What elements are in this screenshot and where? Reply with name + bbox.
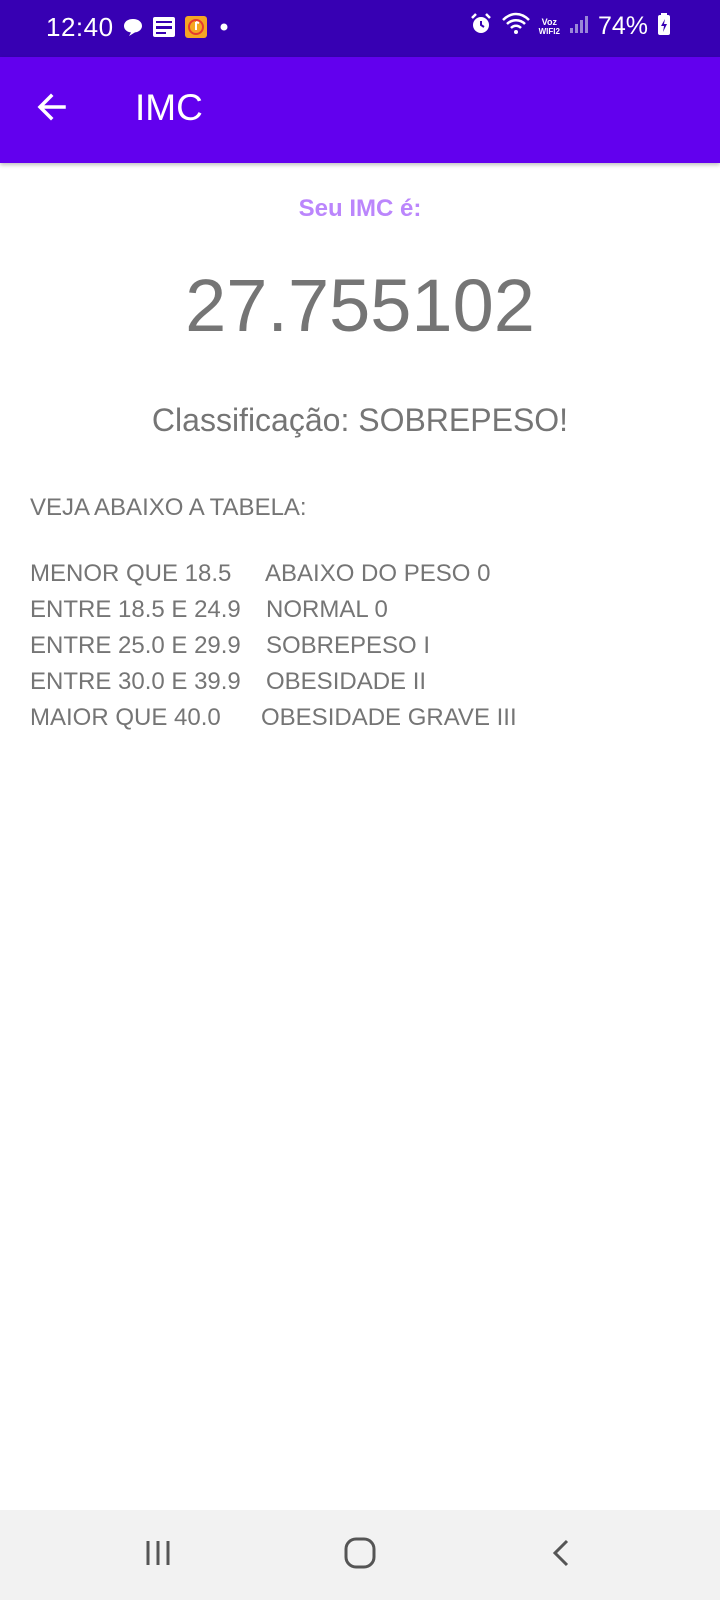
table-row: MENOR QUE 18.5 ABAIXO DO PESO 0 <box>30 560 490 592</box>
table-category: ABAIXO DO PESO 0 <box>265 560 491 587</box>
battery-percentage: 74% <box>597 12 648 40</box>
home-button[interactable] <box>330 1530 390 1580</box>
chat-bubble-icon <box>122 16 144 43</box>
recent-apps-icon <box>143 1538 173 1573</box>
table-heading: VEJA ABAIXO A TABELA: <box>30 494 307 521</box>
table-category: OBESIDADE GRAVE III <box>261 704 517 731</box>
battery-icon <box>656 12 672 41</box>
signal-icon <box>568 13 590 40</box>
alarm-icon <box>469 12 493 41</box>
table-row: MAIOR QUE 40.0 OBESIDADE GRAVE III <box>30 704 517 736</box>
table-row: ENTRE 25.0 E 29.9 SOBREPESO I <box>30 632 430 664</box>
news-app-icon <box>152 16 176 43</box>
recent-apps-button[interactable] <box>128 1530 188 1580</box>
page-title: IMC <box>135 87 203 128</box>
wifi-icon <box>501 12 531 41</box>
back-button[interactable] <box>30 87 74 131</box>
system-icons: Voz WIFI2 74% <box>469 12 672 41</box>
nav-back-button[interactable] <box>532 1530 592 1580</box>
music-app-icon <box>184 15 208 44</box>
table-range: MENOR QUE 18.5 <box>30 560 232 587</box>
voz-wifi-label: Voz WIFI2 <box>538 16 560 36</box>
notification-icons <box>122 15 232 44</box>
status-time: 12:40 <box>46 12 114 42</box>
wifi2-text: WIFI2 <box>538 26 560 36</box>
voz-text: Voz <box>541 16 557 27</box>
table-row: ENTRE 18.5 E 24.9 NORMAL 0 <box>30 596 388 628</box>
table-range: ENTRE 30.0 E 39.9 <box>30 668 241 695</box>
screen: 12:40 Voz WIFI2 74% IMC Seu IMC é: 27.75… <box>0 0 720 1600</box>
dot-icon <box>216 19 232 40</box>
arrow-left-icon <box>36 91 68 128</box>
home-icon <box>343 1536 377 1575</box>
table-category: SOBREPESO I <box>266 632 431 659</box>
back-icon <box>547 1538 577 1573</box>
bmi-value: 27.755102 <box>185 264 535 347</box>
table-range: MAIOR QUE 40.0 <box>30 704 221 731</box>
table-category: NORMAL 0 <box>266 596 388 623</box>
table-category: OBESIDADE II <box>266 668 427 695</box>
table-range: ENTRE 25.0 E 29.9 <box>30 632 241 659</box>
classification-text: Classificação: SOBREPESO! <box>151 402 569 438</box>
table-row: ENTRE 30.0 E 39.9 OBESIDADE II <box>30 668 426 700</box>
table-range: ENTRE 18.5 E 24.9 <box>30 596 241 623</box>
status-bar: 12:40 Voz WIFI2 74% <box>0 0 720 57</box>
result-label: Seu IMC é: <box>298 195 422 222</box>
app-bar: IMC <box>0 57 720 163</box>
navigation-bar <box>0 1510 720 1600</box>
